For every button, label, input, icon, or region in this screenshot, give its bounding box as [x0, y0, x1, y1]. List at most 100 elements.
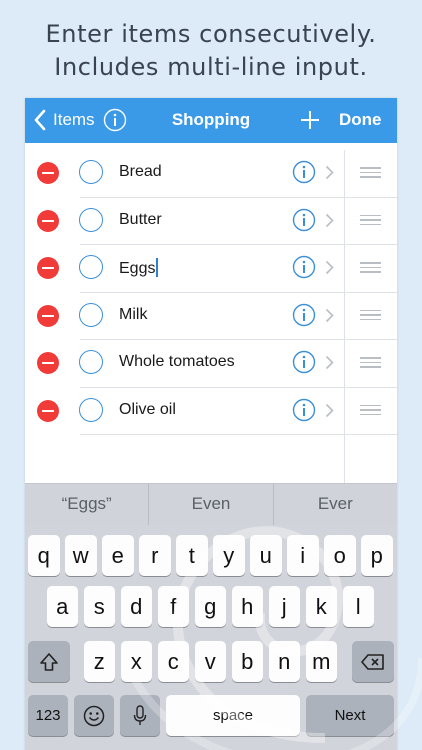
caption-line-2: Includes multi-line input. [54, 53, 368, 81]
chevron-right-icon [325, 308, 334, 322]
item-label-text: Whole tomatoes [119, 353, 235, 370]
key-m[interactable]: m [305, 641, 337, 682]
key-c[interactable]: c [157, 641, 189, 682]
shopping-list: Bread Butter Eggs Milk Whole tomatoes Olive o… [25, 150, 397, 435]
reorder-grip-icon[interactable] [360, 214, 381, 226]
list-item[interactable]: Bread [25, 150, 397, 198]
reorder-grip-icon[interactable] [360, 309, 381, 321]
shift-key[interactable] [28, 641, 70, 682]
key-d[interactable]: d [120, 586, 152, 627]
key-y[interactable]: y [213, 535, 245, 576]
delete-icon[interactable] [37, 209, 59, 232]
list-item[interactable]: Butter [25, 198, 397, 245]
back-button[interactable]: Items [33, 108, 95, 132]
key-g[interactable]: g [194, 586, 226, 627]
checkbox-circle[interactable] [79, 160, 103, 184]
key-l[interactable]: l [342, 586, 374, 627]
phone-screen: Items Shopping Done Bread Butter Eggs Milk W… [25, 98, 397, 750]
chevron-left-icon [34, 109, 46, 131]
info-icon[interactable] [103, 108, 127, 132]
dictation-key[interactable] [120, 695, 160, 736]
key-h[interactable]: h [231, 586, 263, 627]
item-label[interactable]: Bread [119, 163, 162, 181]
text-cursor [156, 258, 159, 277]
caption-line-1: Enter items consecutively. [45, 20, 377, 48]
list-item[interactable]: Olive oil [25, 388, 397, 435]
list-item[interactable]: Milk [25, 293, 397, 340]
suggestion-2[interactable]: Even [148, 484, 272, 525]
checkbox-circle[interactable] [79, 302, 103, 327]
keyboard: q w e r t y u i o p a s d f g h j k l z x c v b n m 123 space Next [25, 525, 397, 750]
info-icon[interactable] [292, 398, 316, 422]
delete-icon[interactable] [37, 162, 59, 184]
emoji-key[interactable] [74, 695, 114, 736]
add-item-button[interactable] [299, 109, 321, 131]
info-icon[interactable] [292, 255, 316, 279]
key-a[interactable]: a [46, 586, 78, 627]
chevron-right-icon [325, 213, 334, 227]
key-z[interactable]: z [83, 641, 115, 682]
next-key[interactable]: Next [306, 695, 394, 736]
item-label[interactable]: Olive oil [119, 401, 176, 419]
item-label[interactable]: Whole tomatoes [119, 353, 235, 371]
delete-icon[interactable] [37, 257, 59, 279]
predictive-suggestion-bar: “Eggs” Even Ever [25, 483, 397, 525]
reorder-grip-icon[interactable] [360, 404, 381, 416]
key-s[interactable]: s [83, 586, 115, 627]
key-i[interactable]: i [287, 535, 319, 576]
item-label[interactable]: Butter [119, 211, 162, 229]
item-label-text: Olive oil [119, 400, 176, 418]
info-icon[interactable] [292, 208, 316, 232]
reorder-grip-icon[interactable] [360, 262, 381, 273]
checkbox-circle[interactable] [79, 207, 103, 232]
key-f[interactable]: f [157, 586, 189, 627]
emoji-icon [83, 705, 105, 726]
key-q[interactable]: q [28, 535, 60, 576]
key-n[interactable]: n [268, 641, 300, 682]
info-icon[interactable] [292, 350, 316, 374]
reorder-grip-icon[interactable] [360, 357, 381, 368]
key-t[interactable]: t [176, 535, 208, 576]
chevron-right-icon [325, 260, 334, 275]
key-v[interactable]: v [194, 641, 226, 682]
key-w[interactable]: w [65, 535, 97, 576]
shift-icon [40, 652, 58, 671]
delete-icon[interactable] [37, 352, 59, 374]
numbers-key[interactable]: 123 [28, 695, 68, 736]
key-u[interactable]: u [250, 535, 282, 576]
key-e[interactable]: e [102, 535, 134, 576]
suggestion-3[interactable]: Ever [272, 484, 397, 525]
list-item[interactable]: Eggs [25, 245, 397, 293]
key-p[interactable]: p [361, 535, 393, 576]
checkbox-circle[interactable] [79, 255, 103, 279]
checkbox-circle[interactable] [79, 397, 103, 422]
reorder-column-divider [344, 150, 345, 483]
key-o[interactable]: o [324, 535, 356, 576]
item-label-text: Eggs [119, 260, 156, 277]
list-item[interactable]: Whole tomatoes [25, 340, 397, 388]
promo-caption: Enter items consecutively. Includes mult… [0, 18, 422, 84]
reorder-grip-icon[interactable] [360, 167, 381, 178]
key-r[interactable]: r [139, 535, 171, 576]
done-button[interactable]: Done [339, 110, 382, 130]
suggestion-1[interactable]: “Eggs” [25, 484, 148, 525]
space-key[interactable]: space [166, 695, 300, 736]
chevron-right-icon [325, 165, 334, 180]
backspace-icon [361, 653, 384, 670]
info-icon[interactable] [292, 160, 316, 184]
key-b[interactable]: b [231, 641, 263, 682]
chevron-right-icon [325, 403, 334, 417]
checkbox-circle[interactable] [79, 350, 103, 374]
info-icon[interactable] [292, 303, 316, 327]
backspace-key[interactable] [352, 641, 394, 682]
item-label[interactable]: Milk [119, 306, 147, 324]
delete-icon[interactable] [37, 304, 59, 327]
key-x[interactable]: x [120, 641, 152, 682]
key-j[interactable]: j [268, 586, 300, 627]
microphone-icon [133, 704, 147, 725]
item-label-text: Milk [119, 305, 148, 323]
item-label[interactable]: Eggs [119, 258, 159, 278]
chevron-right-icon [325, 355, 334, 370]
key-k[interactable]: k [305, 586, 337, 627]
delete-icon[interactable] [37, 399, 59, 422]
